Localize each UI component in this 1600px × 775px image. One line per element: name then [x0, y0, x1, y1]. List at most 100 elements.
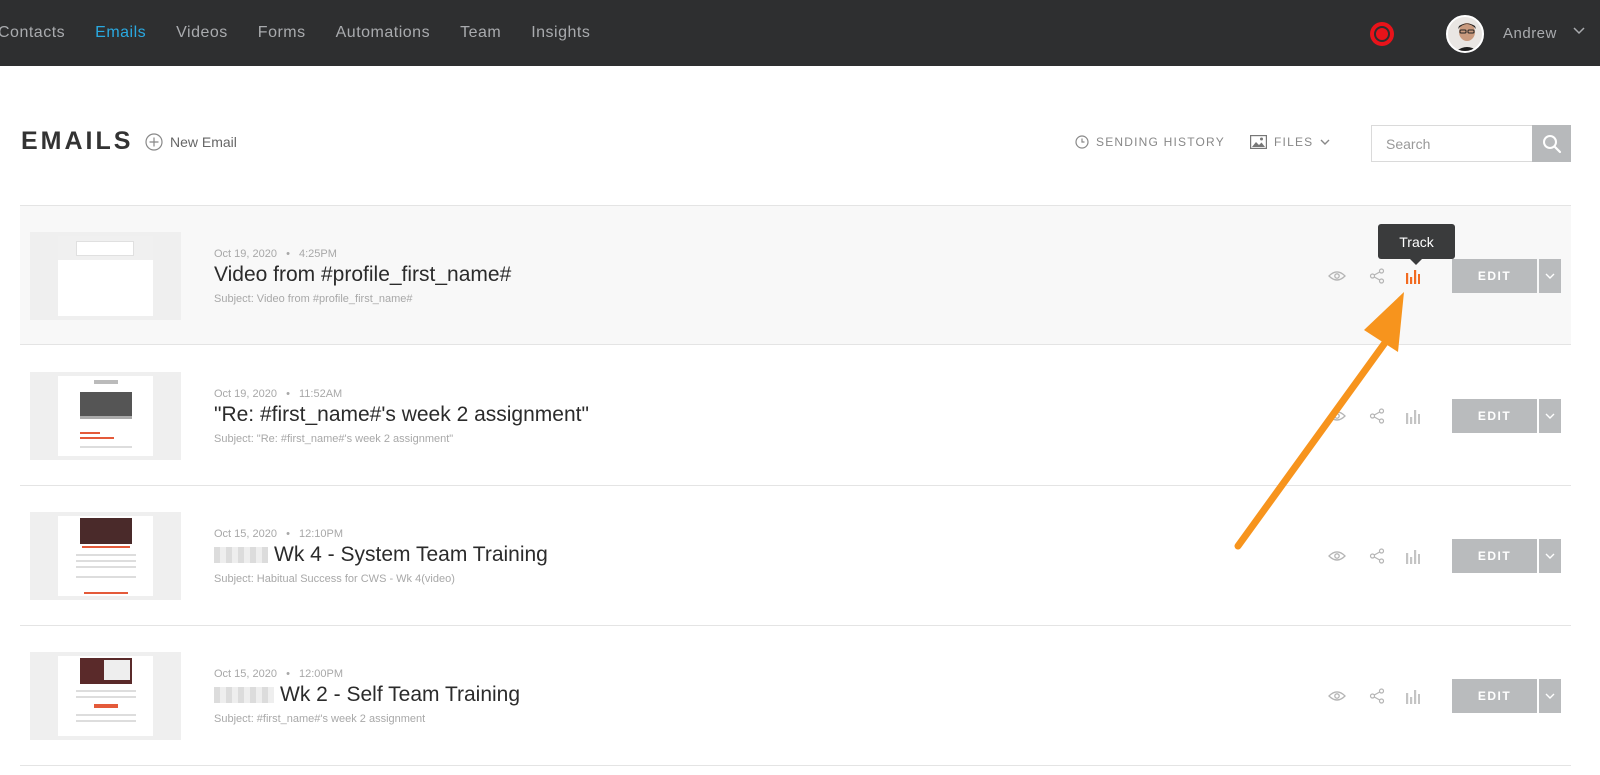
redacted-text — [214, 547, 268, 563]
chevron-down-icon — [1545, 413, 1555, 419]
nav-item-contacts[interactable]: Contacts — [0, 24, 65, 42]
redacted-text — [214, 687, 274, 703]
email-title-wrapper[interactable]: Wk 4 - System Team Training — [214, 543, 548, 567]
email-timestamp: Oct 15, 2020 • 12:10PM — [214, 528, 344, 540]
eye-icon — [1328, 691, 1346, 701]
edit-dropdown-toggle[interactable] — [1539, 399, 1561, 433]
email-subject: Subject: Habitual Success for CWS - Wk 4… — [214, 573, 455, 585]
nav-item-videos[interactable]: Videos — [176, 24, 228, 42]
preview-button[interactable] — [1326, 265, 1348, 287]
chevron-down-icon[interactable] — [1573, 27, 1585, 35]
track-button[interactable] — [1402, 685, 1424, 707]
new-email-button[interactable]: New Email — [145, 133, 237, 151]
thumbnail-preview — [58, 376, 153, 456]
eye-icon — [1328, 551, 1346, 561]
bar-chart-icon — [1406, 690, 1420, 704]
email-title: Wk 2 - Self Team Training — [280, 683, 521, 706]
chevron-down-icon — [1320, 139, 1330, 145]
email-timestamp: Oct 15, 2020 • 12:00PM — [214, 668, 344, 680]
email-row[interactable]: Oct 15, 2020 • 12:00PM Wk 2 - Self Team … — [20, 626, 1571, 766]
preview-button[interactable] — [1326, 545, 1348, 567]
share-button[interactable] — [1366, 405, 1388, 427]
edit-button[interactable]: EDIT — [1452, 539, 1537, 573]
share-icon — [1369, 688, 1385, 704]
email-subject: Subject: #first_name#'s week 2 assignmen… — [214, 713, 426, 725]
chevron-down-icon — [1545, 273, 1555, 279]
email-date: Oct 19, 2020 — [214, 388, 277, 400]
email-time: 4:25PM — [298, 248, 337, 260]
nav-item-forms[interactable]: Forms — [258, 24, 306, 42]
user-name[interactable]: Andrew — [1503, 25, 1557, 42]
thumbnail-preview — [58, 656, 153, 736]
user-avatar-icon — [1448, 17, 1482, 51]
email-timestamp: Oct 19, 2020 • 4:25PM — [214, 248, 337, 260]
email-subject: Subject: "Re: #first_name#'s week 2 assi… — [214, 433, 454, 445]
share-button[interactable] — [1366, 685, 1388, 707]
email-time: 11:52AM — [298, 388, 343, 400]
files-label: FILES — [1274, 135, 1314, 149]
track-button[interactable] — [1402, 405, 1424, 427]
search-input[interactable] — [1371, 125, 1532, 162]
bar-chart-icon — [1406, 410, 1420, 424]
email-thumbnail[interactable] — [30, 232, 181, 320]
chevron-down-icon — [1545, 693, 1555, 699]
main-nav: Contacts Emails Videos Forms Automations… — [0, 0, 620, 66]
search-icon — [1542, 134, 1561, 153]
edit-button[interactable]: EDIT — [1452, 259, 1537, 293]
edit-button[interactable]: EDIT — [1452, 679, 1537, 713]
nav-item-insights[interactable]: Insights — [531, 24, 590, 42]
record-button[interactable] — [1370, 22, 1394, 46]
sending-history-button[interactable]: SENDING HISTORY — [1075, 135, 1225, 149]
email-thumbnail[interactable] — [30, 512, 181, 600]
new-email-label: New Email — [170, 134, 237, 150]
sending-history-label: SENDING HISTORY — [1096, 135, 1225, 149]
eye-icon — [1328, 411, 1346, 421]
edit-dropdown-toggle[interactable] — [1539, 539, 1561, 573]
image-icon — [1250, 135, 1267, 149]
share-icon — [1369, 268, 1385, 284]
track-tooltip: Track — [1378, 224, 1455, 265]
files-dropdown[interactable]: FILES — [1250, 135, 1330, 149]
top-navigation-bar: Contacts Emails Videos Forms Automations… — [0, 0, 1600, 66]
email-date: Oct 15, 2020 — [214, 668, 277, 680]
thumbnail-preview — [58, 516, 153, 596]
email-time: 12:00PM — [298, 668, 344, 680]
share-icon — [1369, 408, 1385, 424]
share-button[interactable] — [1366, 265, 1388, 287]
bar-chart-icon — [1406, 550, 1420, 564]
email-thumbnail[interactable] — [30, 652, 181, 740]
email-title-wrapper[interactable]: Wk 2 - Self Team Training — [214, 683, 520, 707]
chevron-down-icon — [1545, 553, 1555, 559]
email-row[interactable]: Oct 15, 2020 • 12:10PM Wk 4 - System Tea… — [20, 486, 1571, 626]
nav-item-emails[interactable]: Emails — [95, 24, 146, 42]
email-row[interactable]: Oct 19, 2020 • 11:52AM "Re: #first_name#… — [20, 346, 1571, 486]
email-title[interactable]: "Re: #first_name#'s week 2 assignment" — [214, 403, 589, 427]
share-icon — [1369, 548, 1385, 564]
email-title: Wk 4 - System Team Training — [274, 543, 548, 566]
bar-chart-icon — [1406, 270, 1420, 284]
email-subject: Subject: Video from #profile_first_name# — [214, 293, 413, 305]
email-timestamp: Oct 19, 2020 • 11:52AM — [214, 388, 343, 400]
email-row[interactable]: Oct 19, 2020 • 4:25PM Video from #profil… — [20, 205, 1571, 345]
thumbnail-preview — [58, 236, 153, 316]
email-title[interactable]: Video from #profile_first_name# — [214, 263, 511, 287]
plus-circle-icon — [145, 133, 163, 151]
email-date: Oct 15, 2020 — [214, 528, 277, 540]
nav-item-team[interactable]: Team — [460, 24, 501, 42]
edit-dropdown-toggle[interactable] — [1539, 679, 1561, 713]
preview-button[interactable] — [1326, 405, 1348, 427]
edit-button[interactable]: EDIT — [1452, 399, 1537, 433]
nav-item-automations[interactable]: Automations — [336, 24, 430, 42]
track-button[interactable] — [1402, 265, 1424, 287]
email-thumbnail[interactable] — [30, 372, 181, 460]
track-button[interactable] — [1402, 545, 1424, 567]
eye-icon — [1328, 271, 1346, 281]
email-time: 12:10PM — [298, 528, 344, 540]
preview-button[interactable] — [1326, 685, 1348, 707]
share-button[interactable] — [1366, 545, 1388, 567]
page-title: EMAILS — [21, 127, 134, 155]
clock-icon — [1075, 135, 1089, 149]
search-button[interactable] — [1532, 125, 1571, 162]
edit-dropdown-toggle[interactable] — [1539, 259, 1561, 293]
avatar[interactable] — [1446, 15, 1484, 53]
